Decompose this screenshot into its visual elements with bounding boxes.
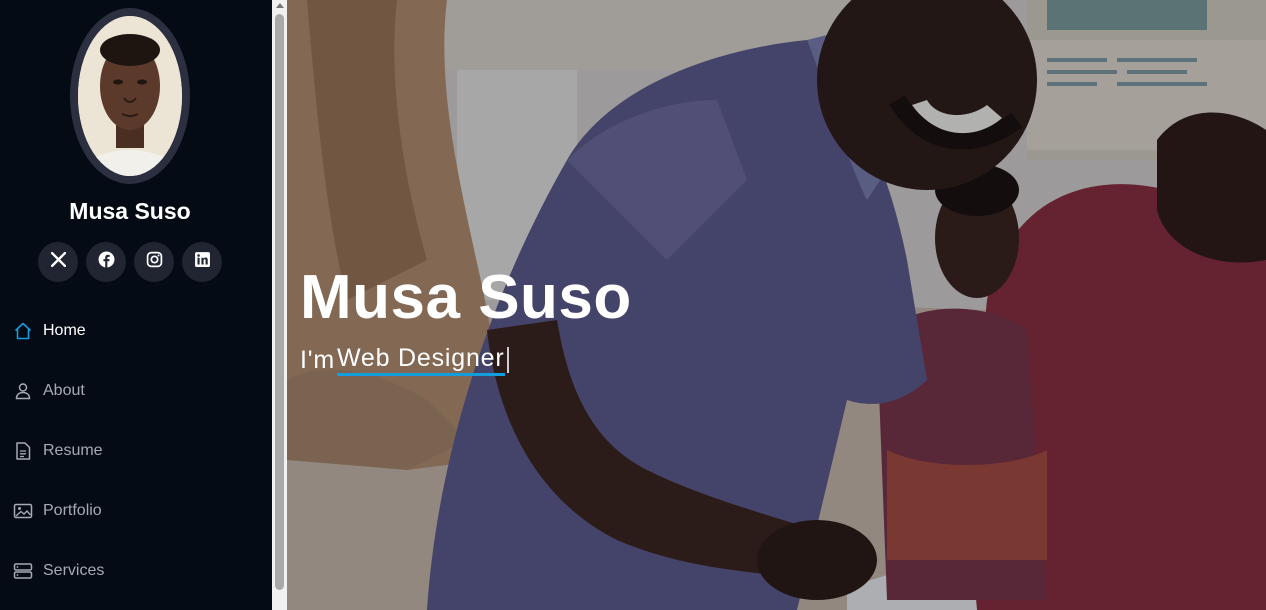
avatar — [78, 16, 182, 176]
nav-menu: Home About Resume Portfolio Services — [0, 301, 272, 601]
profile-name: Musa Suso — [69, 198, 191, 224]
nav-label-portfolio: Portfolio — [43, 502, 102, 519]
hero-title: Musa Suso — [300, 263, 632, 332]
house-icon — [12, 320, 34, 342]
x-twitter-icon — [50, 251, 67, 273]
file-text-icon — [12, 440, 34, 462]
person-icon — [12, 380, 34, 402]
sidebar: Musa Suso Home About Resume Portfolio Se… — [0, 0, 272, 610]
scrollbar-thumb[interactable] — [275, 14, 284, 590]
nav-item-about[interactable]: About — [0, 361, 272, 421]
typing-cursor — [506, 347, 509, 373]
sidebar-scrollbar[interactable] — [272, 0, 287, 610]
linkedin-link[interactable] — [182, 242, 222, 282]
social-links — [38, 242, 222, 282]
nav-label-services: Services — [43, 562, 105, 579]
nav-label-about: About — [43, 382, 85, 399]
hero-subtitle: I'm Web Designer — [300, 344, 509, 376]
linkedin-icon — [194, 251, 211, 273]
nav-item-services[interactable]: Services — [0, 541, 272, 601]
hero-typed-role: Web Designer — [336, 344, 505, 376]
nav-item-home[interactable]: Home — [0, 301, 272, 361]
hero-section: Musa Suso I'm Web Designer — [287, 0, 1266, 610]
images-icon — [12, 500, 34, 522]
facebook-link[interactable] — [86, 242, 126, 282]
nav-item-portfolio[interactable]: Portfolio — [0, 481, 272, 541]
hero-prefix: I'm — [300, 345, 335, 374]
facebook-icon — [98, 251, 115, 273]
nav-label-resume: Resume — [43, 442, 103, 459]
avatar-frame — [70, 8, 190, 184]
nav-label-home: Home — [43, 322, 86, 339]
instagram-link[interactable] — [134, 242, 174, 282]
instagram-icon — [146, 251, 163, 273]
scroll-up-arrow-icon[interactable] — [276, 3, 284, 8]
nav-item-resume[interactable]: Resume — [0, 421, 272, 481]
x-twitter-link[interactable] — [38, 242, 78, 282]
server-icon — [12, 560, 34, 582]
